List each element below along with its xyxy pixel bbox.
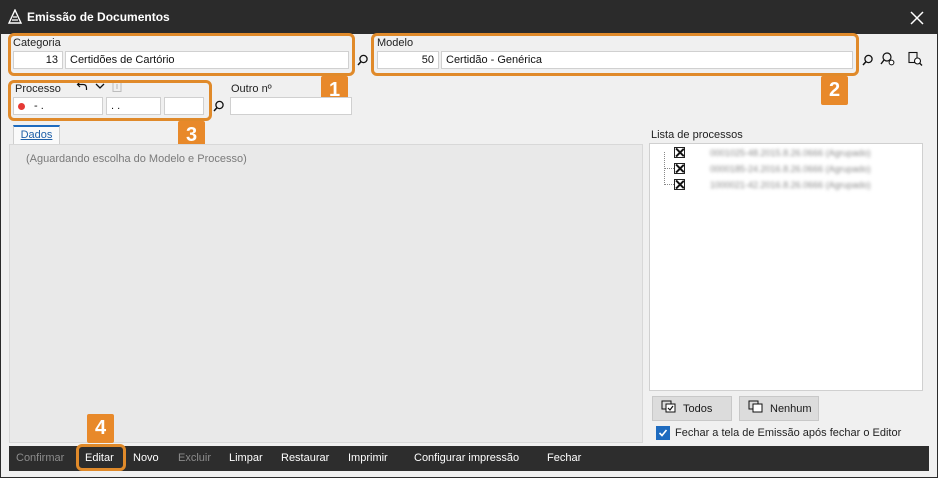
todos-label: Todos — [683, 402, 713, 415]
app-icon — [7, 8, 23, 25]
todos-button[interactable]: Todos — [652, 396, 732, 421]
search-settings-icon[interactable] — [880, 51, 896, 67]
checkbox-icon[interactable] — [674, 147, 685, 158]
excluir-button[interactable]: Excluir — [178, 446, 211, 471]
editar-button[interactable]: Editar — [85, 446, 114, 471]
process-item[interactable]: 0001025-48.2015.8.26.0666 (Agrupado) — [710, 148, 871, 158]
modelo-code-field[interactable]: 50 — [377, 51, 439, 69]
categoria-name-field[interactable]: Certidões de Cartório — [65, 51, 349, 69]
process-item[interactable]: 0000185-24.2016.8.26.0666 (Agrupado) — [710, 164, 871, 174]
tab-dados[interactable]: Dados — [13, 125, 60, 145]
required-dot — [18, 103, 25, 110]
modelo-name-field[interactable]: Certidão - Genérica — [441, 51, 853, 69]
search-icon[interactable] — [860, 52, 876, 68]
callout-badge-4: 4 — [87, 414, 114, 443]
nenhum-label: Nenhum — [770, 402, 812, 415]
select-all-icon — [661, 400, 677, 417]
title-bar: Emissão de Documentos — [1, 1, 937, 34]
dados-hint: (Aguardando escolha do Modelo e Processo… — [26, 153, 247, 165]
fechar-button[interactable]: Fechar — [547, 446, 581, 471]
callout-badge-2: 2 — [821, 76, 848, 105]
restaurar-button[interactable]: Restaurar — [281, 446, 329, 471]
undo-icon[interactable] — [75, 79, 89, 93]
dados-panel: (Aguardando escolha do Modelo e Processo… — [9, 144, 643, 443]
categoria-code-field[interactable]: 13 — [13, 51, 63, 69]
emissao-window: Emissão de Documentos Categoria 13 Certi… — [0, 0, 938, 478]
tree-connector — [664, 168, 674, 169]
lista-title: Lista de processos — [651, 129, 743, 141]
search-icon[interactable] — [355, 52, 371, 68]
search-icon[interactable] — [211, 98, 227, 114]
window-title: Emissão de Documentos — [27, 10, 170, 24]
process-item[interactable]: 1000021-42.2016.8.26.0666 (Agrupado) — [710, 180, 871, 190]
processo-part3-field[interactable] — [164, 97, 204, 115]
close-editor-checkbox[interactable] — [656, 426, 670, 440]
tree-connector — [664, 184, 674, 185]
processo-part2-field[interactable]: . . — [106, 97, 161, 115]
outro-label: Outro nº — [231, 83, 272, 95]
processo-label: Processo — [15, 83, 61, 95]
footer-toolbar: Confirmar Editar Novo Excluir Limpar Res… — [9, 446, 929, 471]
limpar-button[interactable]: Limpar — [229, 446, 263, 471]
modelo-label: Modelo — [377, 37, 414, 49]
checkbox-icon[interactable] — [674, 179, 685, 190]
chevron-down-icon[interactable] — [93, 79, 107, 93]
processo-part1-value: - . — [34, 100, 44, 112]
close-editor-label: Fechar a tela de Emissão após fechar o E… — [675, 427, 902, 439]
search-check-icon[interactable] — [907, 51, 923, 67]
close-icon[interactable] — [897, 1, 937, 34]
nenhum-button[interactable]: Nenhum — [739, 396, 819, 421]
novo-button[interactable]: Novo — [133, 446, 159, 471]
categoria-label: Categoria — [13, 37, 61, 49]
outro-field[interactable] — [230, 97, 352, 115]
checkbox-icon[interactable] — [674, 163, 685, 174]
configurar-impressao-button[interactable]: Configurar impressão — [414, 446, 519, 471]
confirmar-button[interactable]: Confirmar — [16, 446, 64, 471]
select-none-icon — [748, 400, 764, 417]
processo-part1-field[interactable]: - . — [13, 97, 103, 115]
imprimir-button[interactable]: Imprimir — [348, 446, 388, 471]
process-list: 0001025-48.2015.8.26.0666 (Agrupado) 000… — [649, 143, 923, 391]
info-icon[interactable] — [110, 79, 124, 93]
